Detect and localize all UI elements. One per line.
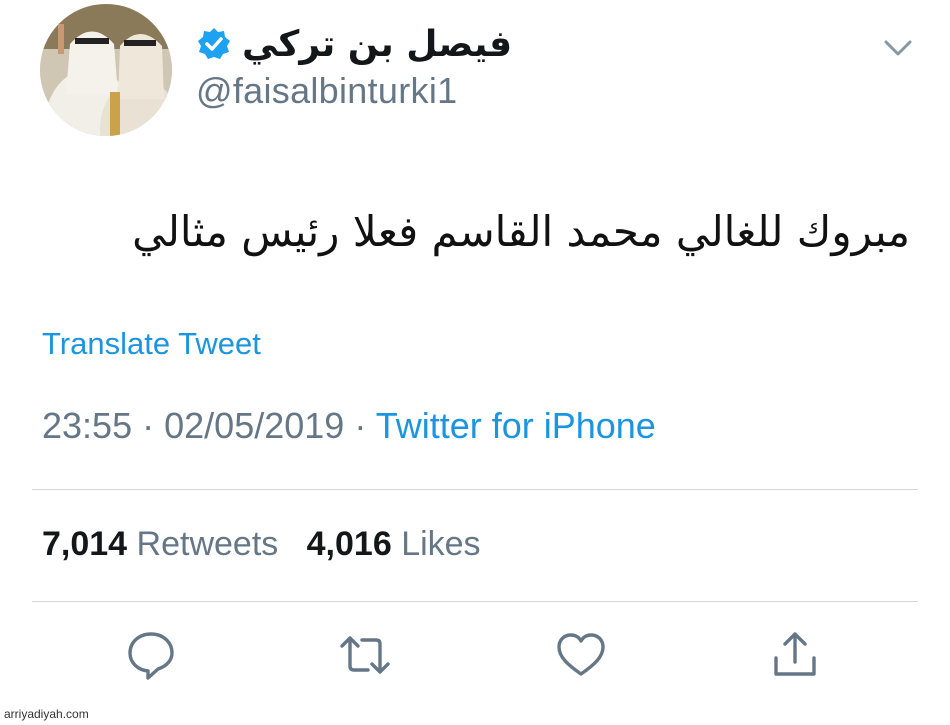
share-icon[interactable]	[768, 628, 822, 682]
retweets-label: Retweets	[136, 525, 279, 563]
tweet-actions	[0, 628, 950, 688]
like-icon[interactable]	[554, 628, 608, 682]
retweets-stat[interactable]: 7,014 Retweets	[42, 525, 288, 563]
tweet-date: 02/05/2019	[164, 405, 345, 446]
tweet-text: مبروك للغالي محمد القاسم فعلا رئيس مثالي	[132, 207, 910, 256]
retweets-count: 7,014	[42, 525, 128, 563]
avatar[interactable]	[40, 4, 172, 136]
likes-stat[interactable]: 4,016 Likes	[307, 525, 481, 563]
likes-count: 4,016	[306, 525, 392, 563]
tweet-stats: 7,014 Retweets 4,016 Likes	[42, 525, 481, 564]
chevron-down-icon[interactable]	[880, 36, 916, 60]
verified-badge-icon	[196, 26, 232, 62]
tweet-source-link[interactable]: Twitter for iPhone	[376, 405, 656, 446]
divider	[32, 601, 918, 602]
tweet-time: 23:55	[42, 405, 133, 446]
tweet-meta: 23:55 · 02/05/2019 · Twitter for iPhone	[42, 405, 656, 447]
divider	[32, 489, 918, 490]
meta-separator: ·	[142, 405, 155, 446]
likes-label: Likes	[401, 525, 481, 563]
retweet-icon[interactable]	[338, 628, 392, 682]
meta-separator: ·	[354, 405, 367, 446]
translate-tweet-link[interactable]: Translate Tweet	[42, 326, 261, 362]
author-handle[interactable]: @faisalbinturki1	[196, 70, 457, 112]
watermark: arriyadiyah.com	[4, 707, 89, 721]
avatar-photo	[40, 4, 172, 136]
reply-icon[interactable]	[124, 628, 178, 682]
author-display-name: فيصل بن تركي	[242, 23, 513, 65]
author-display-name-row[interactable]: فيصل بن تركي	[196, 14, 512, 74]
